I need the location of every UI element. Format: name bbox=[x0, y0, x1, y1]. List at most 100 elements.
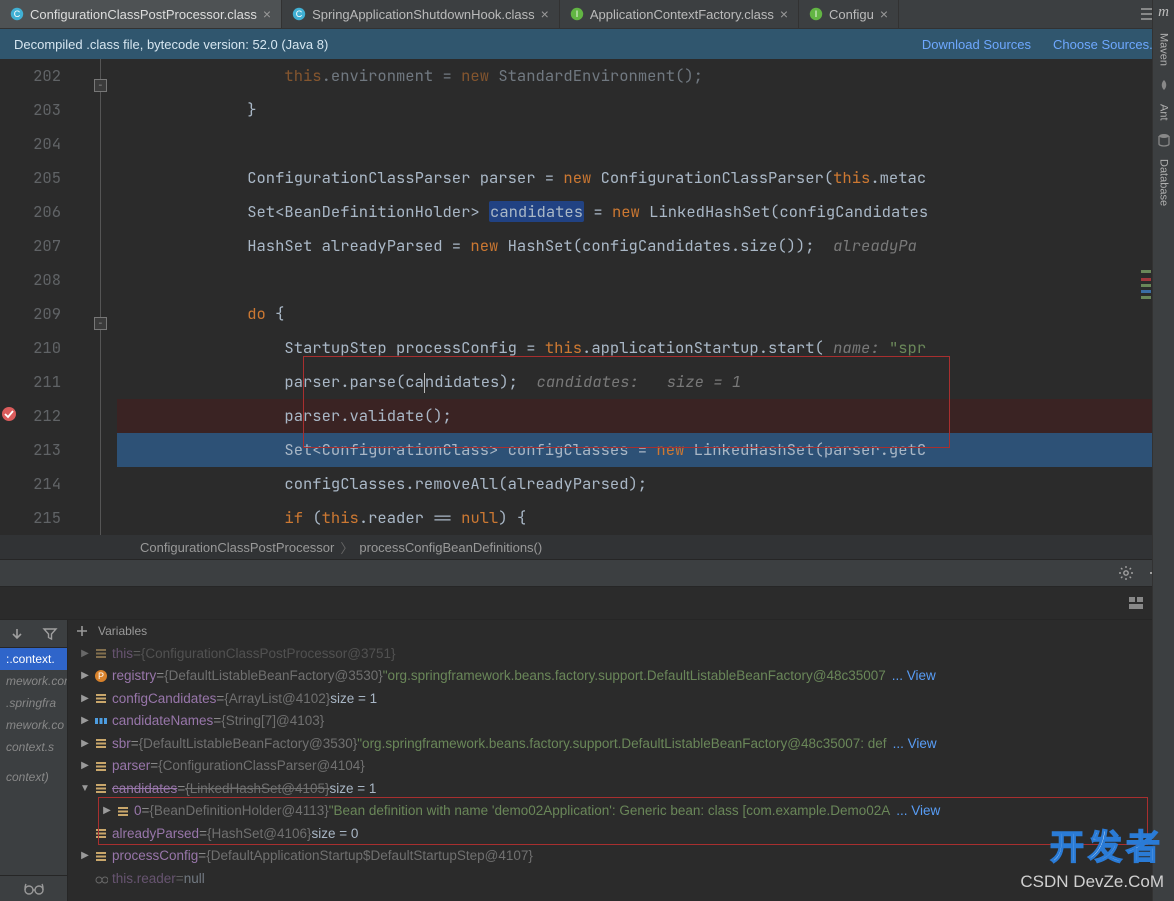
frame-item[interactable]: context.s bbox=[0, 736, 67, 758]
var-name: this bbox=[112, 646, 133, 661]
choose-sources-link[interactable]: Choose Sources... bbox=[1053, 37, 1160, 52]
expand-arrow-icon[interactable]: ▶ bbox=[80, 850, 90, 861]
highlighted-token: candidates bbox=[489, 201, 584, 222]
expand-arrow-icon[interactable]: ▶ bbox=[80, 648, 90, 659]
frames-list[interactable]: :.context. mework.con .springfra mework.… bbox=[0, 648, 67, 875]
var-type-icon bbox=[94, 826, 108, 840]
variable-row[interactable]: ▶sbr = {DefaultListableBeanFactory@3530}… bbox=[68, 732, 1174, 755]
view-link[interactable]: ... View bbox=[893, 736, 937, 751]
expand-arrow-icon[interactable] bbox=[80, 828, 90, 839]
close-icon[interactable]: × bbox=[780, 7, 788, 21]
expand-arrow-icon[interactable]: ▶ bbox=[80, 693, 90, 704]
code-area[interactable]: thisthis.environment = .environment = ne… bbox=[117, 59, 1174, 535]
expand-arrow-icon[interactable]: ▶ bbox=[80, 670, 90, 681]
variable-row[interactable]: ▶processConfig = {DefaultApplicationStar… bbox=[68, 845, 1174, 868]
variable-row[interactable]: alreadyParsed = {HashSet@4106} size = 0 bbox=[68, 822, 1174, 845]
svg-text:P: P bbox=[98, 671, 104, 681]
close-icon[interactable]: × bbox=[880, 7, 888, 21]
var-type-icon bbox=[94, 759, 108, 773]
frames-panel: :.context. mework.con .springfra mework.… bbox=[0, 620, 68, 901]
gear-icon[interactable] bbox=[1118, 565, 1134, 581]
close-icon[interactable]: × bbox=[263, 7, 271, 21]
frame-item[interactable] bbox=[0, 758, 67, 766]
expand-arrow-icon[interactable]: ▶ bbox=[80, 760, 90, 771]
variables-panel: Variables ▶this = {ConfigurationClassPos… bbox=[68, 620, 1174, 901]
variable-row[interactable]: ▶configCandidates = {ArrayList@4102} siz… bbox=[68, 687, 1174, 710]
frame-item[interactable]: mework.con bbox=[0, 670, 67, 692]
download-sources-link[interactable]: Download Sources bbox=[922, 37, 1031, 52]
tab-label: SpringApplicationShutdownHook.class bbox=[312, 7, 535, 22]
chevron-right-icon: 〉 bbox=[340, 538, 353, 557]
var-name: candidateNames bbox=[112, 713, 213, 728]
variable-row[interactable]: ▶0 = {BeanDefinitionHolder@4113} "Bean d… bbox=[68, 800, 1174, 823]
right-tool-strip: m Maven Ant Database bbox=[1152, 0, 1174, 901]
fold-toggle-icon[interactable]: − bbox=[94, 317, 107, 330]
var-name: this.reader bbox=[112, 871, 176, 886]
variable-row[interactable]: ▶this = {ConfigurationClassPostProcessor… bbox=[68, 642, 1174, 665]
crumb-method[interactable]: processConfigBeanDefinitions() bbox=[359, 540, 542, 555]
expand-arrow-icon[interactable]: ▼ bbox=[80, 783, 90, 794]
layout-icon[interactable] bbox=[1128, 595, 1144, 611]
frame-item[interactable]: .springfra bbox=[0, 692, 67, 714]
decompiled-banner: Decompiled .class file, bytecode version… bbox=[0, 29, 1174, 59]
class-icon: C bbox=[292, 7, 306, 21]
tab-0[interactable]: C ConfigurationClassPostProcessor.class … bbox=[0, 0, 282, 28]
breakpoint-checked-icon[interactable] bbox=[0, 405, 18, 423]
frame-item[interactable]: mework.co bbox=[0, 714, 67, 736]
expand-arrow-icon[interactable] bbox=[80, 873, 90, 884]
expand-arrow-icon[interactable]: ▶ bbox=[80, 738, 90, 749]
variable-row[interactable]: ▶parser = {ConfigurationClassParser@4104… bbox=[68, 755, 1174, 778]
watch-icon[interactable] bbox=[0, 875, 67, 901]
arrow-down-icon[interactable] bbox=[9, 626, 25, 642]
variable-row[interactable]: ▼candidates = {LinkedHashSet@4105} size … bbox=[68, 777, 1174, 800]
variable-row[interactable]: ▶candidateNames = {String[7]@4103} bbox=[68, 710, 1174, 733]
var-type-icon bbox=[116, 804, 130, 818]
svg-text:C: C bbox=[296, 9, 303, 19]
fold-toggle-icon[interactable]: − bbox=[94, 79, 107, 92]
variables-title: Variables bbox=[98, 624, 147, 638]
var-name: candidates bbox=[112, 781, 177, 796]
var-type-icon bbox=[94, 691, 108, 705]
frame-item[interactable]: :.context. bbox=[0, 648, 67, 670]
interface-icon: I bbox=[809, 7, 823, 21]
filter-icon[interactable] bbox=[42, 626, 58, 642]
var-name: parser bbox=[112, 758, 150, 773]
maven-icon[interactable]: m bbox=[1158, 4, 1169, 21]
var-type-icon bbox=[94, 781, 108, 795]
fold-gutter[interactable]: − − bbox=[97, 59, 117, 535]
maven-tool[interactable]: Maven bbox=[1158, 33, 1170, 66]
code-editor[interactable]: 2022032042052062072082092102112122132142… bbox=[0, 59, 1174, 535]
tab-label: Configu bbox=[829, 7, 874, 22]
view-link[interactable]: ... View bbox=[892, 668, 936, 683]
var-name: alreadyParsed bbox=[112, 826, 199, 841]
breakpoint-gutter[interactable] bbox=[75, 59, 97, 535]
var-type-icon bbox=[94, 646, 108, 660]
ant-icon[interactable] bbox=[1157, 78, 1171, 92]
line-gutter: 2022032042052062072082092102112122132142… bbox=[0, 59, 75, 535]
variables-tree[interactable]: ▶this = {ConfigurationClassPostProcessor… bbox=[68, 642, 1174, 901]
database-icon[interactable] bbox=[1157, 133, 1171, 147]
expand-arrow-icon[interactable]: ▶ bbox=[102, 805, 112, 816]
database-tool[interactable]: Database bbox=[1158, 159, 1170, 206]
frame-item[interactable]: context) bbox=[0, 766, 67, 788]
add-watch-icon[interactable] bbox=[74, 623, 90, 639]
var-name: sbr bbox=[112, 736, 131, 751]
close-icon[interactable]: × bbox=[541, 7, 549, 21]
crumb-class[interactable]: ConfigurationClassPostProcessor bbox=[140, 540, 334, 555]
expand-arrow-icon[interactable]: ▶ bbox=[80, 715, 90, 726]
breadcrumb[interactable]: ConfigurationClassPostProcessor 〉 proces… bbox=[0, 535, 1174, 559]
view-link[interactable]: ... View bbox=[896, 803, 940, 818]
tab-label: ApplicationContextFactory.class bbox=[590, 7, 774, 22]
var-name: configCandidates bbox=[112, 691, 216, 706]
interface-icon: I bbox=[570, 7, 584, 21]
var-name: 0 bbox=[134, 803, 142, 818]
var-type-icon bbox=[94, 871, 108, 885]
tab-1[interactable]: C SpringApplicationShutdownHook.class × bbox=[282, 0, 560, 28]
tab-3[interactable]: I Configu × bbox=[799, 0, 899, 28]
variable-row[interactable]: ▶Pregistry = {DefaultListableBeanFactory… bbox=[68, 665, 1174, 688]
ant-tool[interactable]: Ant bbox=[1158, 104, 1170, 121]
var-type-icon bbox=[94, 714, 108, 728]
variable-row[interactable]: this.reader = null bbox=[68, 867, 1174, 890]
tab-2[interactable]: I ApplicationContextFactory.class × bbox=[560, 0, 799, 28]
var-name: registry bbox=[112, 668, 156, 683]
